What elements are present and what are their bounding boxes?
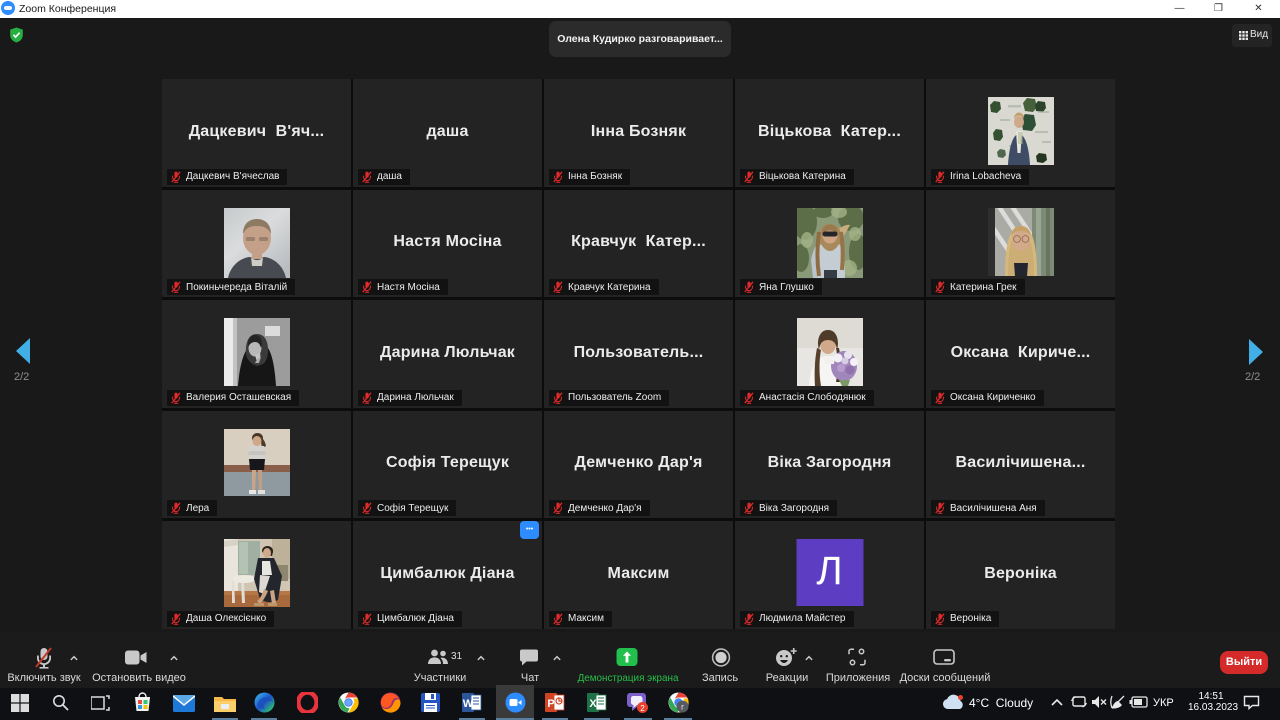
svg-text:W: W — [463, 698, 474, 710]
svg-text:r: r — [681, 703, 684, 712]
svg-text:X: X — [589, 698, 597, 710]
svg-text:P: P — [547, 698, 554, 710]
svg-text:2: 2 — [640, 704, 645, 713]
